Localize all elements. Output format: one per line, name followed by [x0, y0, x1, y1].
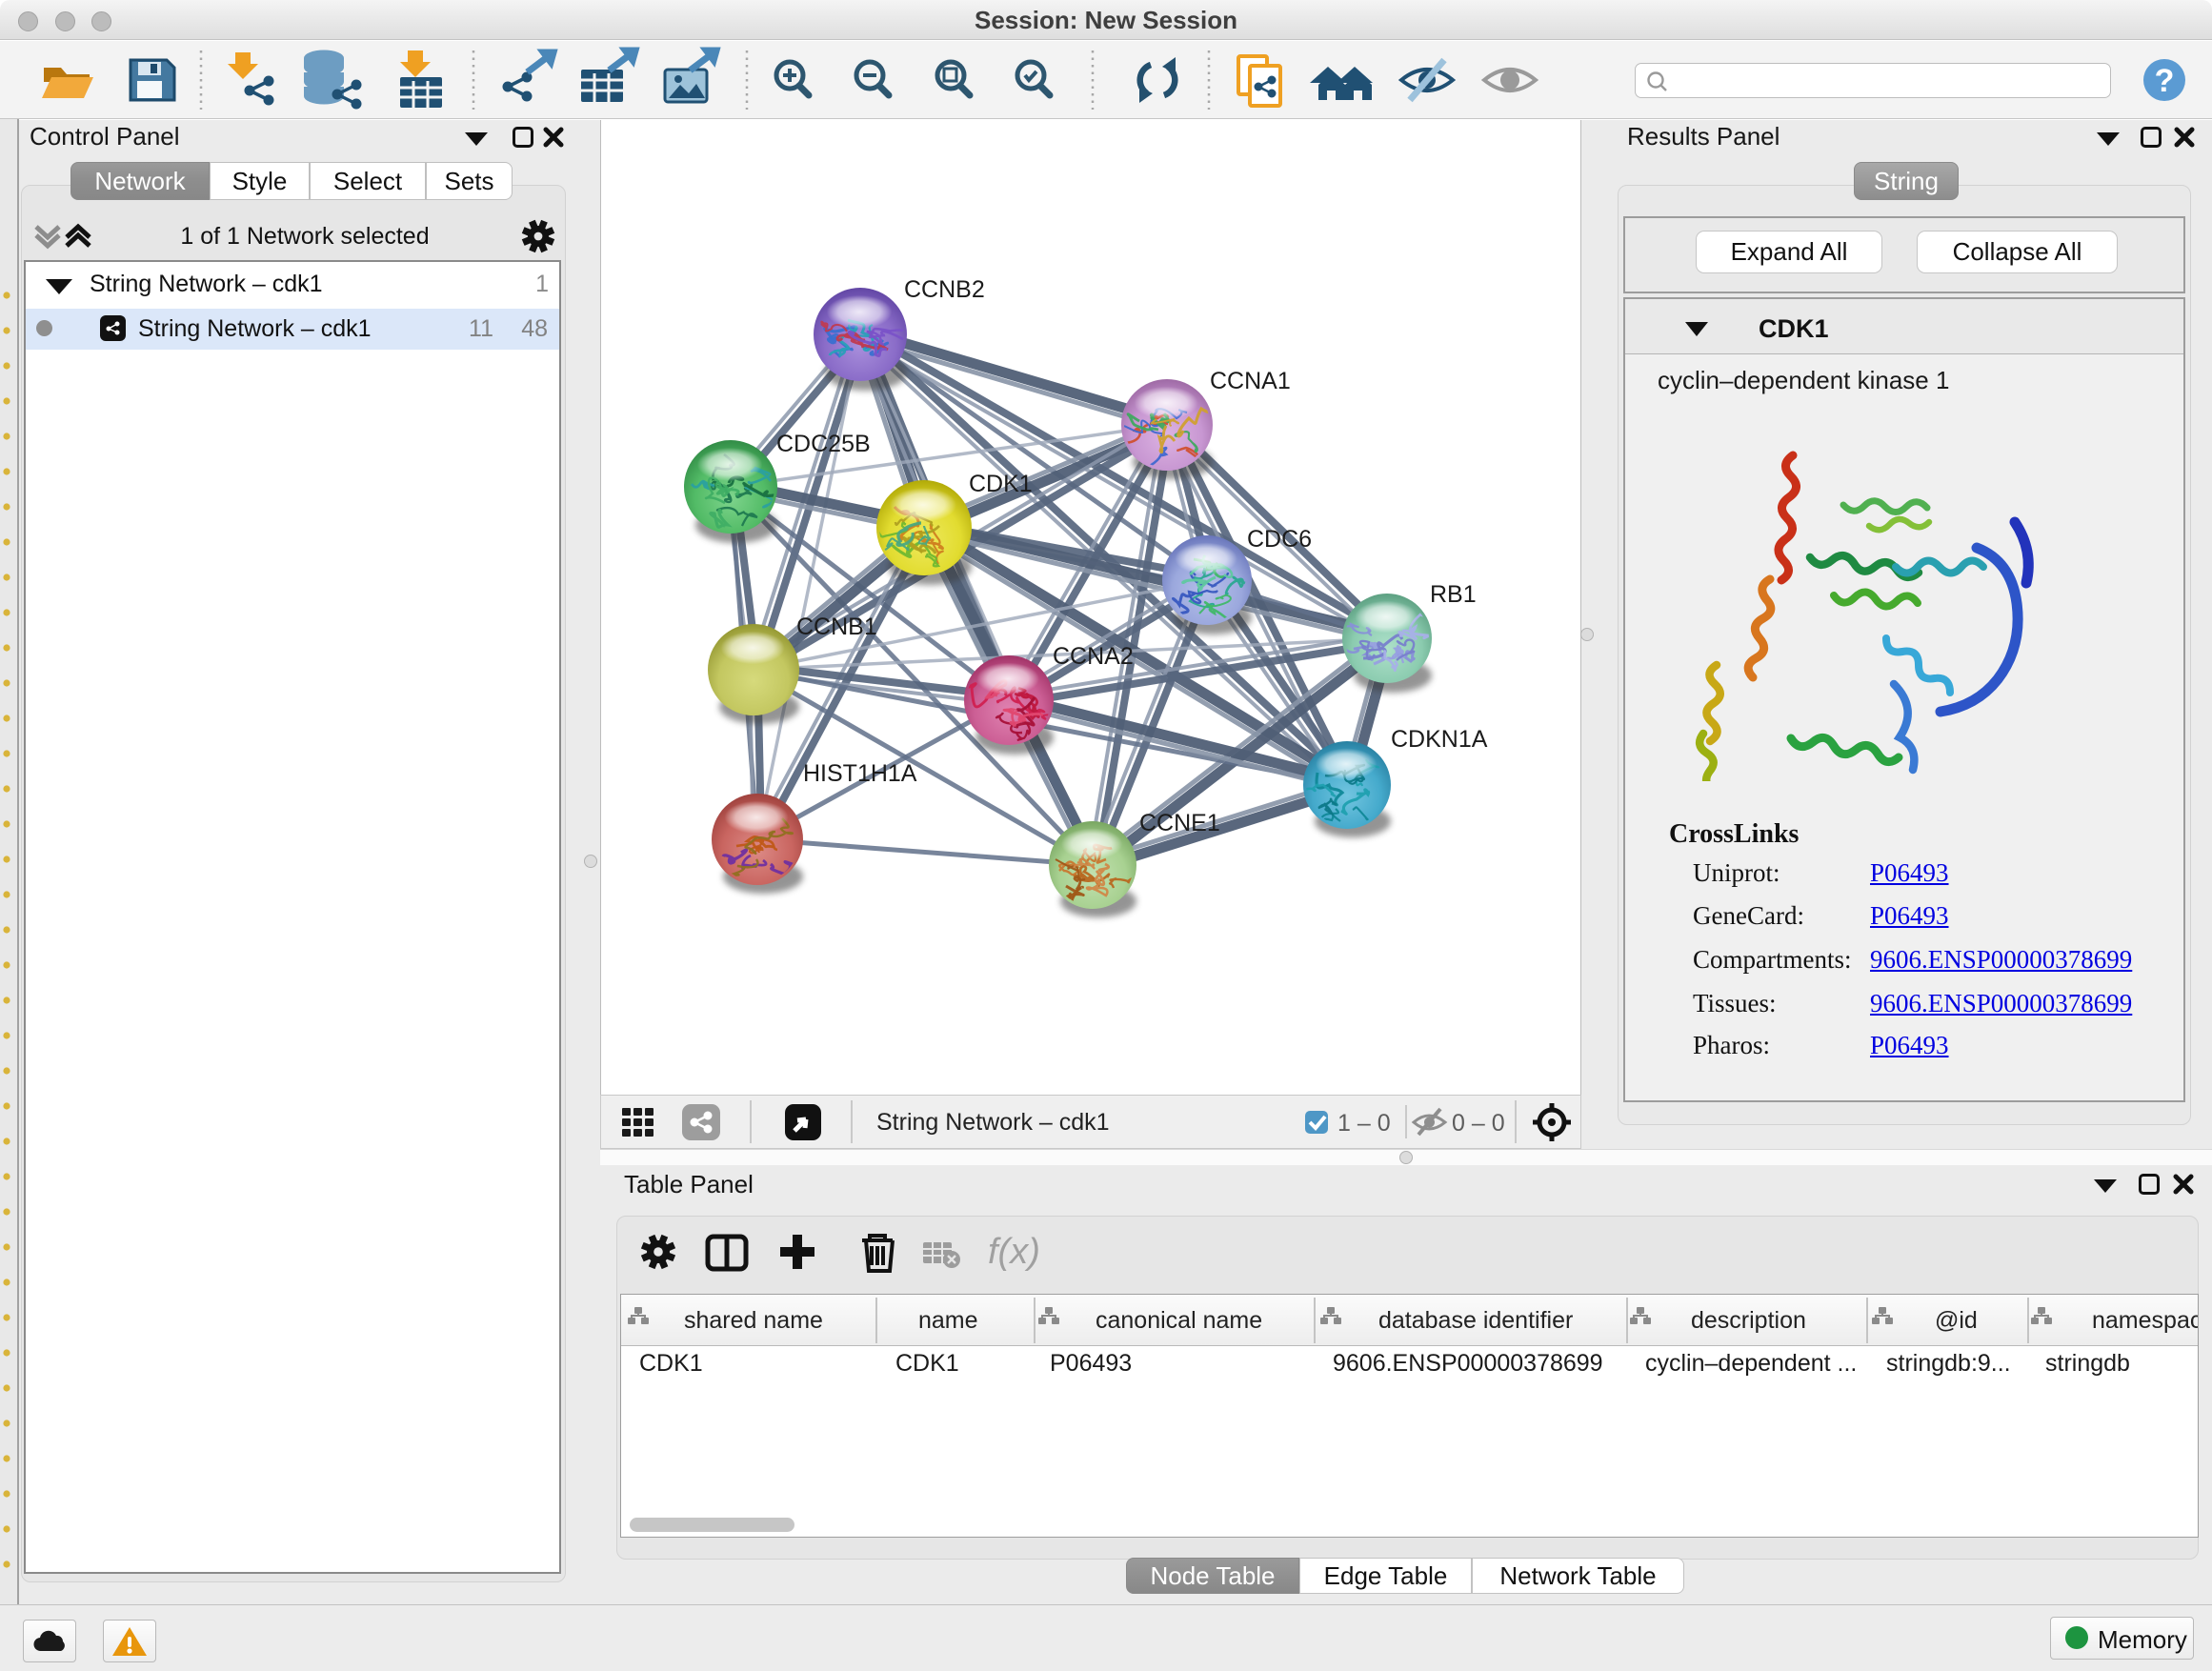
svg-text:f(x): f(x) — [988, 1232, 1040, 1272]
svg-text:namespace: namespace — [2092, 1307, 2198, 1334]
svg-text:canonical name: canonical name — [1096, 1307, 1262, 1334]
svg-text:CDKN1A: CDKN1A — [1391, 726, 1488, 753]
svg-text:CDK1: CDK1 — [969, 471, 1033, 497]
svg-text:?: ? — [2155, 63, 2175, 99]
svg-text:CDC25B: CDC25B — [776, 431, 871, 457]
svg-text:CCNB2: CCNB2 — [904, 276, 985, 303]
svg-text:shared name: shared name — [684, 1307, 823, 1334]
svg-text:description: description — [1691, 1307, 1806, 1334]
svg-text:name: name — [918, 1307, 978, 1334]
svg-text:@id: @id — [1935, 1307, 1978, 1334]
svg-text:database identifier: database identifier — [1378, 1307, 1573, 1334]
svg-text:CCNB1: CCNB1 — [796, 614, 877, 640]
svg-text:HIST1H1A: HIST1H1A — [803, 760, 917, 787]
svg-text:RB1: RB1 — [1430, 581, 1477, 608]
svg-text:CCNE1: CCNE1 — [1139, 810, 1220, 836]
svg-text:CCNA1: CCNA1 — [1210, 368, 1291, 394]
svg-text:CDC6: CDC6 — [1247, 526, 1312, 553]
svg-text:CCNA2: CCNA2 — [1053, 643, 1134, 670]
